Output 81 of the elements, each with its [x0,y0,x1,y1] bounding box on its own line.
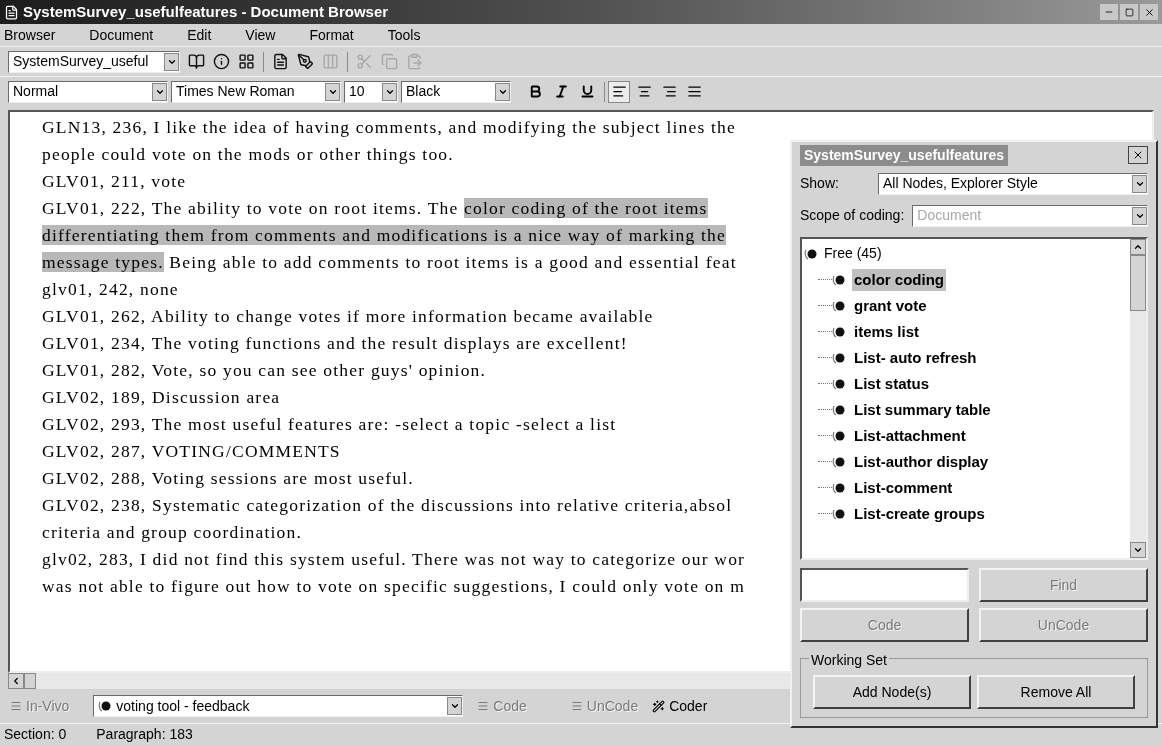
close-button[interactable] [1140,4,1158,20]
menu-item[interactable]: Edit [187,24,212,46]
maximize-icon [1124,7,1134,17]
document-line: GLV01, 262, Ability to change votes if more information became available [42,305,654,328]
style-dropdown[interactable]: Normal [8,80,168,103]
node-icon [98,699,113,713]
scope-label: Scope of coding: [800,206,905,226]
working-set-button[interactable]: Remove All [977,675,1135,709]
document-line: GLV02, 293, The most useful features are: -select a topic -select a list [42,413,617,436]
menu-item[interactable]: Browser [4,24,56,46]
menu-item[interactable]: Format [309,24,354,46]
minimize-button[interactable] [1100,4,1118,20]
document-line: GLV02, 238, Systematic categorization of the discussions into relative criteria,absol [42,494,733,517]
tree-item[interactable]: grant vote [852,294,929,318]
document-icon[interactable] [272,53,289,70]
tree-item[interactable]: List- auto refresh [852,346,979,370]
align-lines-icon [636,84,652,99]
document-line: GLV02, 288, Voting sessions are most useful. [42,467,414,490]
grid-icon[interactable] [238,53,255,70]
menu-item[interactable]: Tools [387,24,421,46]
source-selector-dropdown[interactable]: SystemSurvey_useful [8,50,180,73]
tree-item[interactable]: List summary table [852,398,993,422]
align-left-button[interactable] [608,80,630,103]
pen-icon[interactable] [297,53,314,70]
section-indicator: Section: 0 [4,725,67,744]
info-icon[interactable] [213,53,230,70]
find-field[interactable] [800,568,969,602]
tree-item[interactable]: List-attachment [852,424,968,448]
document-line: criteria and group coordination. [42,521,302,544]
coder-button[interactable]: Coder [652,695,708,717]
scroll-left-icon[interactable] [8,673,24,689]
align-lines-icon [611,84,627,99]
window-title: SystemSurvey_usefulfeatures - Document Browser [23,1,389,22]
underline-icon[interactable] [580,84,595,99]
document-line: glv01, 242, none [42,278,179,301]
scroll-up-icon[interactable] [1130,238,1146,255]
lines-icon [10,700,22,712]
document-line: was not able to figure out how to vote on specific suggestions, I could only vote on m [42,575,745,598]
document-line: GLV01, 282, Vote, so you can see other guys' opinion. [42,359,487,382]
tree-item[interactable]: List-create groups [852,502,987,526]
lines-icon [477,700,490,712]
paragraph-indicator: Paragraph: 183 [96,725,193,744]
vertical-scrollbar[interactable] [1130,238,1146,558]
document-line: GLV02, 287, VOTING/COMMENTS [42,440,341,463]
close-button[interactable] [1128,146,1148,165]
bold-icon[interactable] [528,84,543,99]
book-icon[interactable] [188,53,205,70]
tree-item[interactable]: color coding [852,268,946,292]
tree-item[interactable]: List-author display [852,450,991,474]
node-dropdown[interactable]: voting tool - feedback [93,695,464,717]
document-line: GLV01, 222, The ability to vote on root items. The color coding of the root items [42,197,708,220]
menu-item[interactable]: View [245,24,276,46]
document-icon [4,4,19,20]
scroll-thumb[interactable] [24,673,36,689]
document-line: glv02, 283, I did not find this system useful. There was not way to categorize our wor [42,548,746,571]
align-lines-icon [686,84,702,99]
text-colour-dropdown[interactable]: Black [401,80,511,103]
show-dropdown[interactable]: All Nodes, Explorer Style [878,172,1148,195]
document-line: message types. Being able to add comments to root items is a good and essential feat [42,251,737,274]
working-set-button[interactable]: Add Node(s) [813,675,971,709]
lines-icon [570,700,583,712]
document-line: GLV02, 189, Discussion area [42,386,281,409]
tree-item[interactable]: List-comment [852,476,955,500]
align-lines-icon [661,84,677,99]
close-icon [1143,6,1155,18]
tree-item[interactable]: Free (45) [804,240,1130,267]
document-line: people could vote on the mods or other things too. [42,143,454,166]
scroll-down-icon[interactable] [1130,542,1146,558]
document-line: GLN13, 236, I like the idea of having comments, and modifying the subject lines the [42,116,736,139]
size-dropdown[interactable]: 10 [344,80,398,103]
menu-item[interactable]: Document [89,24,154,46]
document-line: GLV01, 234, The voting functions and the result displays are excellent! [42,332,628,355]
dialog-title: SystemSurvey_usefulfeatures [800,144,1008,166]
italic-icon[interactable] [554,84,569,99]
tree-item[interactable]: items list [852,320,922,344]
document-line: GLV01, 211, vote [42,170,187,193]
font-dropdown[interactable]: Times New Roman [171,80,341,103]
tree-item[interactable]: List status [852,372,931,396]
wand-icon [652,699,666,713]
scroll-thumb[interactable] [1130,254,1146,311]
show-label: Show: [800,174,840,194]
